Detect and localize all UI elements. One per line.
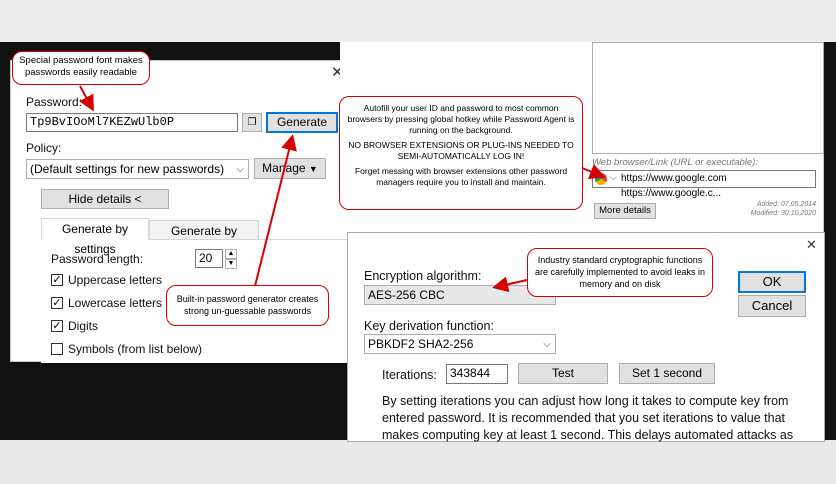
callout-autofill: Autofill your user ID and password to mo… [339,96,583,210]
spin-up-icon[interactable]: ▲ [225,249,237,259]
lowercase-label: Lowercase letters [68,296,163,310]
hide-details-button[interactable]: Hide details < [41,189,169,209]
more-details-button[interactable]: More details [594,203,656,219]
callout-autofill-text-1: Autofill your user ID and password to mo… [347,103,575,135]
digits-label: Digits [68,319,99,333]
close-icon[interactable]: ✕ [806,237,817,253]
copy-button[interactable]: ❐ [242,113,262,132]
dropdown-arrow-icon: ▼ [308,164,318,174]
test-button[interactable]: Test [518,363,608,384]
symbols-label: Symbols (from list below) [68,342,203,356]
modified-date: Modified: 30.10.2020 [750,210,816,217]
kdf-label: Key derivation function: [364,319,494,333]
spin-down-icon[interactable]: ▼ [225,259,237,269]
cancel-button[interactable]: Cancel [738,295,806,317]
set-one-second-button[interactable]: Set 1 second [619,363,715,384]
symbols-checkbox[interactable] [51,343,63,355]
entry-details-panel: Web browser/Link (URL or executable): ht… [580,42,824,234]
policy-label: Policy: [26,141,62,155]
password-field[interactable]: Tp9BvIOoMl7KEZwUlb0P [26,113,238,132]
kdf-select[interactable]: PBKDF2 SHA2-256 ⌵ [364,334,556,354]
policy-value: (Default settings for new passwords) [30,162,225,176]
uppercase-checkbox[interactable]: ✓ [51,274,63,286]
url-field[interactable]: https://www.google.com https://www.googl… [592,170,816,199]
callout-autofill-text-2: NO BROWSER EXTENSIONS OR PLUG-INS NEEDED… [348,140,574,161]
uppercase-label: Uppercase letters [68,273,163,287]
web-browser-label: Web browser/Link (URL or executable): [592,157,758,168]
chevron-down-icon: ⌵ [236,164,244,175]
callout-password-font: Special password font makes passwords ea… [12,51,150,85]
notes-box[interactable] [592,42,824,154]
ok-button[interactable]: OK [738,271,806,293]
manage-button[interactable]: Manage ▼ [254,158,326,179]
digits-checkbox[interactable]: ✓ [51,320,63,332]
url-value: https://www.google.com https://www.googl… [621,173,727,199]
callout-generator: Built-in password generator creates stro… [166,285,329,326]
chevron-down-icon[interactable]: ⌵ [610,172,617,183]
background-bottom [0,440,836,484]
iterations-field[interactable]: 343844 [446,364,508,384]
encryption-value: AES-256 CBC [368,288,445,302]
chrome-icon [595,173,607,185]
length-field[interactable]: 20 [195,249,223,268]
callout-autofill-text-3: Forget messing with browser extensions o… [354,166,568,187]
lowercase-checkbox[interactable]: ✓ [51,297,63,309]
tab-generate-by-template[interactable]: Generate by template [149,220,259,258]
policy-select[interactable]: (Default settings for new passwords) ⌵ [26,159,249,179]
iterations-label: Iterations: [382,368,437,382]
iterations-description: By setting iterations you can adjust how… [382,394,794,442]
chevron-down-icon: ⌵ [543,339,551,350]
callout-crypto: Industry standard cryptographic function… [527,248,713,297]
tab-generate-by-settings[interactable]: Generate by settings [41,218,149,256]
generate-button[interactable]: Generate [266,112,338,133]
manage-label: Manage [262,161,306,175]
added-date: Added: 07.05.2014 [756,201,816,208]
encryption-label: Encryption algorithm: [364,269,482,283]
password-label: Password: [26,95,83,109]
copy-icon: ❐ [247,117,257,128]
background-top [0,0,836,42]
kdf-value: PBKDF2 SHA2-256 [368,337,474,351]
